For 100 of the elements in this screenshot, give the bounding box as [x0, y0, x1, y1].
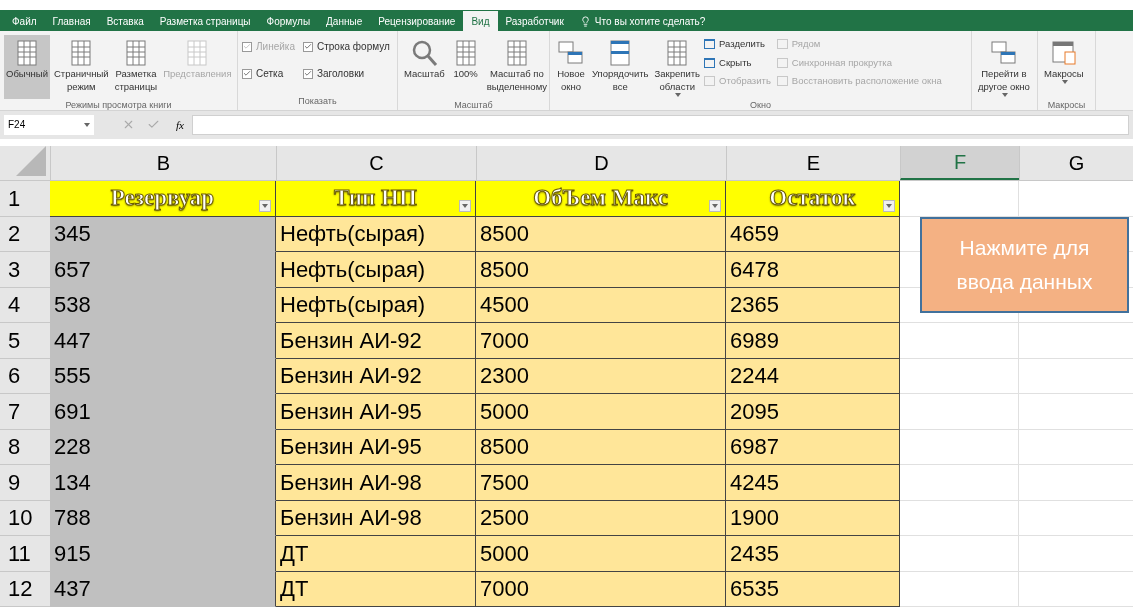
filter-button[interactable]: [259, 199, 271, 212]
table-cell: Бензин АИ-95: [276, 394, 476, 430]
row-header: 2: [0, 216, 50, 252]
group-label: Показать: [297, 94, 338, 108]
ribbon-small-button[interactable]: Скрыть: [704, 55, 771, 70]
ribbon-button[interactable]: Обычный: [4, 35, 50, 100]
row-header: 10: [0, 500, 50, 536]
corner-triangle-icon: [16, 145, 46, 176]
caret-icon: [462, 203, 468, 208]
row-header: 4: [0, 287, 50, 323]
ribbon-button[interactable]: Новое окно: [554, 35, 588, 100]
table-cell: 788: [50, 500, 276, 536]
row-header: 1: [0, 180, 50, 217]
table-cell: 134: [50, 465, 276, 501]
table-cell: Бензин АИ-92: [276, 323, 476, 359]
table-cell: 2300: [476, 358, 726, 394]
ribbon-button[interactable]: Масштаб: [402, 35, 447, 100]
ribbon-button[interactable]: 100%: [448, 35, 483, 100]
row-header: 5: [0, 323, 50, 359]
column-header[interactable]: F: [900, 145, 1019, 180]
ribbon-tab[interactable]: Разработчик: [497, 11, 572, 32]
row-header: 9: [0, 465, 50, 501]
table-cell: 345: [50, 216, 276, 252]
table-cell: 7500: [476, 465, 726, 501]
ribbon-tab[interactable]: Главная: [44, 11, 99, 32]
group-label: Масштаб: [453, 99, 494, 113]
checkbox[interactable]: Заголовки: [303, 66, 390, 82]
group-label: Окно: [749, 99, 772, 113]
header-cell: Тип НП: [276, 180, 476, 217]
ribbon-button[interactable]: Макросы: [1042, 35, 1086, 100]
filter-button[interactable]: [709, 199, 721, 212]
table-cell: 4659: [726, 216, 900, 252]
table-cell: Бензин АИ-98: [276, 465, 476, 501]
table-cell: ДТ: [276, 536, 476, 572]
table-cell: 2435: [726, 536, 900, 572]
table-cell: 6989: [726, 323, 900, 359]
ribbon-tab[interactable]: Вид: [463, 11, 498, 32]
table-cell: 915: [50, 536, 276, 572]
header-cell: Резервуар: [50, 180, 276, 217]
ribbon-tab[interactable]: Разметка страницы: [151, 11, 259, 32]
table-cell: 437: [50, 571, 276, 607]
table-cell: 5000: [476, 394, 726, 430]
table-cell: 691: [50, 394, 276, 430]
group-label: Режимы просмотра книги: [64, 99, 173, 113]
row-header: 6: [0, 358, 50, 394]
table-cell: 6987: [726, 429, 900, 465]
tell-me-field[interactable]: Что вы хотите сделать?: [571, 11, 714, 32]
ribbon-tab[interactable]: Рецензирование: [370, 11, 464, 32]
table-cell: Бензин АИ-92: [276, 358, 476, 394]
table-cell: 538: [50, 287, 276, 323]
row-header: 11: [0, 536, 50, 572]
column-header[interactable]: B: [50, 145, 276, 180]
table-cell: 555: [50, 358, 276, 394]
ribbon-button[interactable]: Перейти в другое окно: [976, 35, 1032, 100]
caret-icon: [675, 93, 682, 98]
ribbon-tab[interactable]: Файл: [4, 11, 45, 32]
check-icon: [304, 42, 312, 52]
table-cell: 8500: [476, 216, 726, 252]
ribbon-button[interactable]: Закрепить области: [652, 35, 703, 100]
column-header[interactable]: D: [476, 145, 726, 180]
ribbon-tab[interactable]: Данные: [318, 11, 371, 32]
lightbulb-icon: [579, 15, 591, 27]
checkbox[interactable]: Сетка: [242, 66, 295, 82]
insert-function-button[interactable]: fx: [172, 116, 188, 134]
caret-icon: [1001, 93, 1008, 98]
table-cell: 2095: [726, 394, 900, 430]
ribbon-tab[interactable]: Вставка: [98, 11, 152, 32]
column-header[interactable]: G: [1019, 145, 1133, 180]
ribbon-tab[interactable]: Формулы: [258, 11, 319, 32]
filter-button[interactable]: [459, 199, 471, 212]
ribbon-button[interactable]: Упорядочить все: [590, 35, 651, 100]
table-cell: 228: [50, 429, 276, 465]
table-cell: 8500: [476, 429, 726, 465]
table-cell: 447: [50, 323, 276, 359]
formula-input[interactable]: [191, 114, 1129, 135]
row-header: 12: [0, 571, 50, 607]
header-cell: Остаток: [726, 180, 900, 217]
row-header: 7: [0, 394, 50, 430]
table-cell: Бензин АИ-95: [276, 429, 476, 465]
table-cell: 7000: [476, 323, 726, 359]
table-cell: 657: [50, 252, 276, 288]
check-icon: [243, 42, 251, 52]
table-cell: 6535: [726, 571, 900, 607]
ribbon-button[interactable]: Разметка страницы: [112, 35, 160, 100]
group-label: Макросы: [1046, 99, 1087, 113]
ribbon-button[interactable]: Страничный режим: [52, 35, 111, 100]
ribbon-small-button[interactable]: Разделить: [704, 37, 771, 52]
table-cell: 6478: [726, 252, 900, 288]
table-cell: 2365: [726, 287, 900, 323]
ribbon-button[interactable]: Масштаб по выделенному: [484, 35, 550, 100]
column-header[interactable]: C: [276, 145, 476, 180]
table-cell: Нефть(сырая): [276, 216, 476, 252]
filter-button[interactable]: [883, 199, 895, 212]
header-cell: ОбЪем Макс: [476, 180, 726, 217]
table-cell: 2244: [726, 358, 900, 394]
table-cell: 4245: [726, 465, 900, 501]
name-box[interactable]: F24: [4, 114, 94, 135]
row-header: 8: [0, 429, 50, 465]
table-cell: 5000: [476, 536, 726, 572]
checkbox[interactable]: Строка формул: [303, 39, 390, 55]
